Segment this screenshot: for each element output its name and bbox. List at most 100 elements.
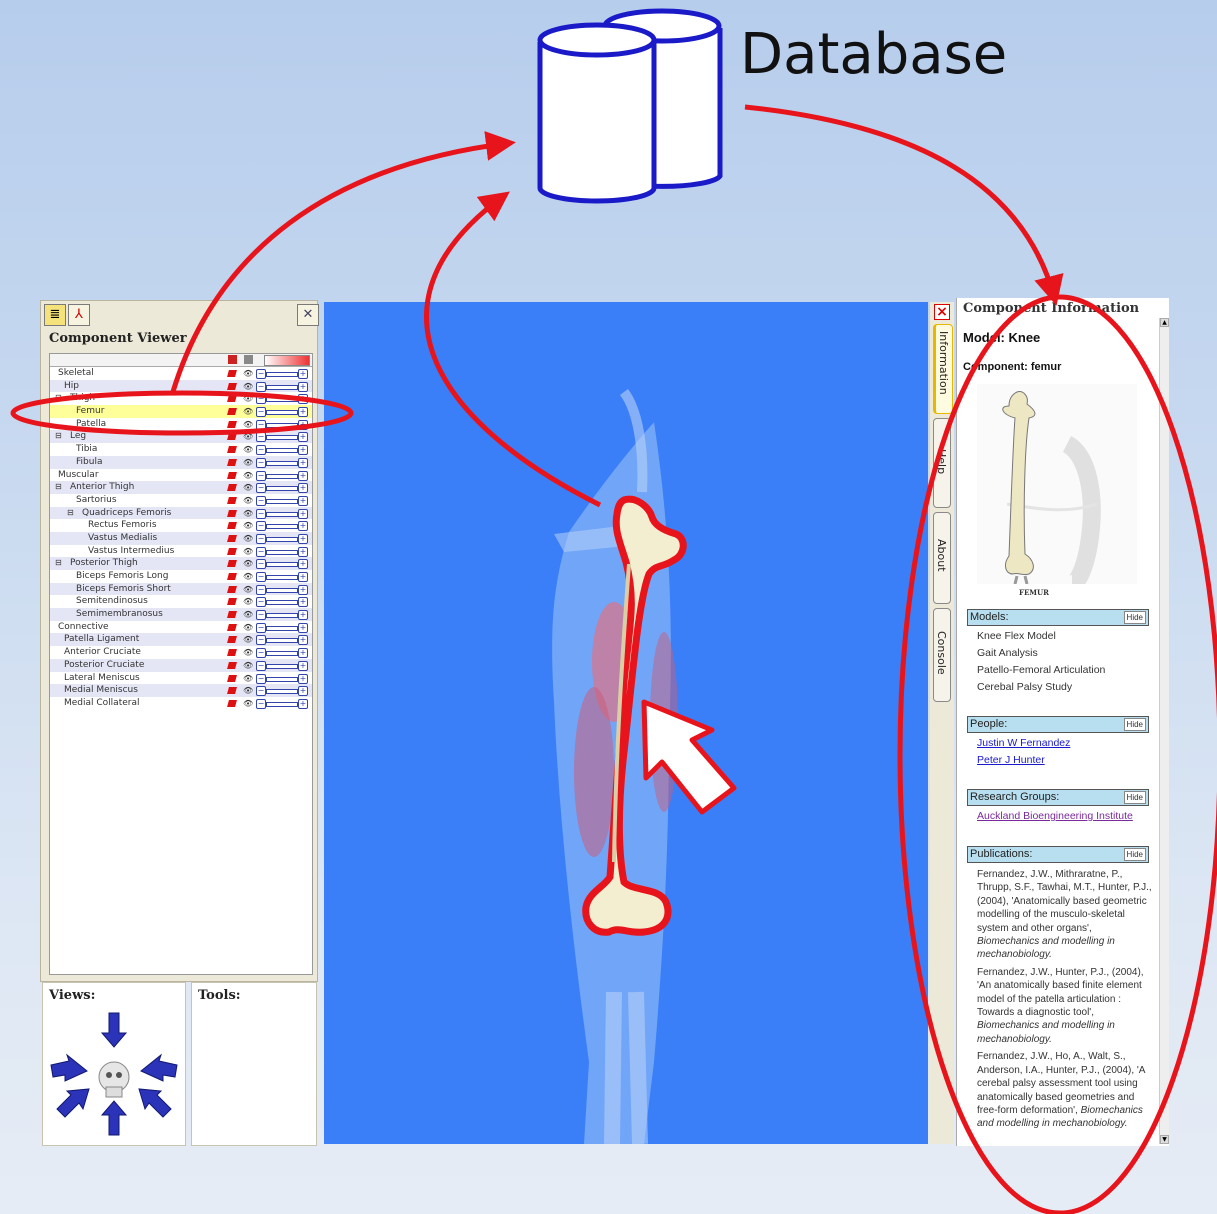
decrease-opacity-button[interactable]: − — [256, 610, 266, 621]
scroll-down-icon[interactable]: ▼ — [1160, 1135, 1169, 1144]
tree-row[interactable]: Leg ⊟ 👁 − + — [50, 430, 312, 444]
tree-row[interactable]: Hip 👁 − + — [50, 379, 312, 393]
increase-opacity-button[interactable]: + — [298, 394, 308, 405]
increase-opacity-button[interactable]: + — [298, 597, 308, 608]
tree-expander-icon[interactable]: ⊟ — [55, 481, 62, 494]
increase-opacity-button[interactable]: + — [298, 432, 308, 443]
decrease-opacity-button[interactable]: − — [256, 584, 266, 595]
groups-hide-button[interactable]: Hide — [1123, 791, 1146, 804]
tree-row[interactable]: Patella Ligament 👁 − + — [50, 633, 312, 647]
decrease-opacity-button[interactable]: − — [256, 533, 266, 544]
color-swatch-icon[interactable] — [227, 509, 237, 517]
tree-row[interactable]: Lateral Meniscus 👁 − + — [50, 672, 312, 685]
decrease-opacity-button[interactable]: − — [256, 622, 266, 633]
color-swatch-icon[interactable] — [227, 623, 237, 631]
tree-row[interactable]: Quadriceps Femoris ⊟ 👁 − + — [50, 506, 312, 520]
color-swatch-icon[interactable] — [227, 649, 237, 657]
tree-row[interactable]: Anterior Cruciate 👁 − + — [50, 646, 312, 659]
opacity-slider[interactable] — [266, 410, 298, 416]
tree-row[interactable]: Patella 👁 − + — [50, 418, 312, 431]
color-swatch-icon[interactable] — [227, 699, 237, 707]
opacity-slider[interactable] — [266, 473, 298, 479]
increase-opacity-button[interactable]: + — [298, 635, 308, 646]
color-swatch-icon[interactable] — [227, 661, 237, 669]
decrease-opacity-button[interactable]: − — [256, 521, 266, 532]
models-hide-button[interactable]: Hide — [1123, 611, 1146, 624]
decrease-opacity-button[interactable]: − — [256, 470, 266, 481]
opacity-slider[interactable] — [266, 448, 298, 454]
pdf-icon[interactable]: ⅄ — [68, 304, 90, 326]
decrease-opacity-button[interactable]: − — [256, 419, 266, 430]
increase-opacity-button[interactable]: + — [298, 559, 308, 570]
opacity-slider[interactable] — [266, 511, 298, 517]
increase-opacity-button[interactable]: + — [298, 419, 308, 430]
increase-opacity-button[interactable]: + — [298, 648, 308, 659]
increase-opacity-button[interactable]: + — [298, 407, 308, 418]
tree-row[interactable]: Femur 👁 − + — [50, 405, 312, 418]
tree-row[interactable]: Posterior Cruciate 👁 − + — [50, 658, 312, 672]
tree-row[interactable]: Semitendinosus 👁 − + — [50, 595, 312, 608]
increase-opacity-button[interactable]: + — [298, 673, 308, 684]
decrease-opacity-button[interactable]: − — [256, 673, 266, 684]
color-swatch-icon[interactable] — [227, 408, 237, 416]
opacity-slider[interactable] — [266, 460, 298, 466]
decrease-opacity-button[interactable]: − — [256, 660, 266, 671]
color-swatch-icon[interactable] — [227, 382, 237, 390]
tree-row[interactable]: Thigh ⊟ 👁 − + — [50, 392, 312, 405]
people-hide-button[interactable]: Hide — [1123, 718, 1146, 731]
decrease-opacity-button[interactable]: − — [256, 648, 266, 659]
increase-opacity-button[interactable]: + — [298, 698, 308, 709]
increase-opacity-button[interactable]: + — [298, 445, 308, 456]
decrease-opacity-button[interactable]: − — [256, 407, 266, 418]
color-swatch-icon[interactable] — [227, 611, 237, 619]
decrease-opacity-button[interactable]: − — [256, 445, 266, 456]
color-swatch-icon[interactable] — [227, 420, 237, 428]
decrease-opacity-button[interactable]: − — [256, 432, 266, 443]
opacity-slider[interactable] — [266, 689, 298, 695]
increase-opacity-button[interactable]: + — [298, 686, 308, 697]
color-swatch-icon[interactable] — [227, 560, 237, 568]
color-swatch-icon[interactable] — [227, 370, 237, 377]
increase-opacity-button[interactable]: + — [298, 495, 308, 506]
opacity-slider[interactable] — [266, 701, 298, 707]
opacity-slider[interactable] — [266, 651, 298, 657]
decrease-opacity-button[interactable]: − — [256, 381, 266, 392]
tree-row[interactable]: Biceps Femoris Short 👁 − + — [50, 582, 312, 596]
opacity-slider[interactable] — [266, 549, 298, 555]
decrease-opacity-button[interactable]: − — [256, 635, 266, 646]
opacity-slider[interactable] — [266, 625, 298, 631]
info-scrollbar[interactable]: ▲ ▼ — [1159, 318, 1169, 1144]
group-link[interactable]: Auckland Bioengineering Institute — [977, 810, 1133, 822]
publications-hide-button[interactable]: Hide — [1123, 848, 1146, 861]
tree-expander-icon[interactable]: ⊟ — [55, 392, 62, 405]
tree-row[interactable]: Skeletal⊟👁−+ — [50, 367, 312, 380]
tree-expander-icon[interactable]: ⊟ — [49, 621, 50, 634]
eye-icon[interactable]: 👁 — [243, 698, 253, 711]
color-swatch-icon[interactable] — [227, 433, 237, 441]
tab-about[interactable]: About — [933, 512, 951, 604]
decrease-opacity-button[interactable]: − — [256, 698, 266, 709]
color-swatch-icon[interactable] — [227, 484, 237, 492]
tree-expander-icon[interactable]: ⊟ — [49, 469, 50, 482]
tree-expander-icon[interactable]: ⊟ — [67, 507, 74, 520]
color-swatch-icon[interactable] — [227, 674, 237, 682]
tree-row[interactable]: Vastus Medialis 👁 − + — [50, 531, 312, 545]
opacity-slider[interactable] — [266, 397, 298, 403]
color-swatch-icon[interactable] — [227, 496, 237, 504]
opacity-slider[interactable] — [266, 384, 298, 390]
person-link[interactable]: Justin W Fernandez — [977, 737, 1070, 749]
opacity-slider[interactable] — [266, 676, 298, 682]
close-icon[interactable]: × — [934, 304, 950, 320]
opacity-slider[interactable] — [266, 587, 298, 593]
opacity-slider[interactable] — [266, 422, 298, 428]
decrease-opacity-button[interactable]: − — [256, 559, 266, 570]
tree-row[interactable]: Semimembranosus 👁 − + — [50, 608, 312, 621]
tree-expander-icon[interactable]: ⊟ — [55, 430, 62, 443]
tree-row[interactable]: Medial Meniscus 👁 − + — [50, 684, 312, 697]
tree-row[interactable]: Muscular⊟👁−+ — [50, 469, 312, 482]
increase-opacity-button[interactable]: + — [298, 610, 308, 621]
opacity-slider[interactable] — [266, 562, 298, 568]
increase-opacity-button[interactable]: + — [298, 483, 308, 494]
tree-row[interactable]: Vastus Intermedius 👁 − + — [50, 545, 312, 558]
increase-opacity-button[interactable]: + — [298, 533, 308, 544]
